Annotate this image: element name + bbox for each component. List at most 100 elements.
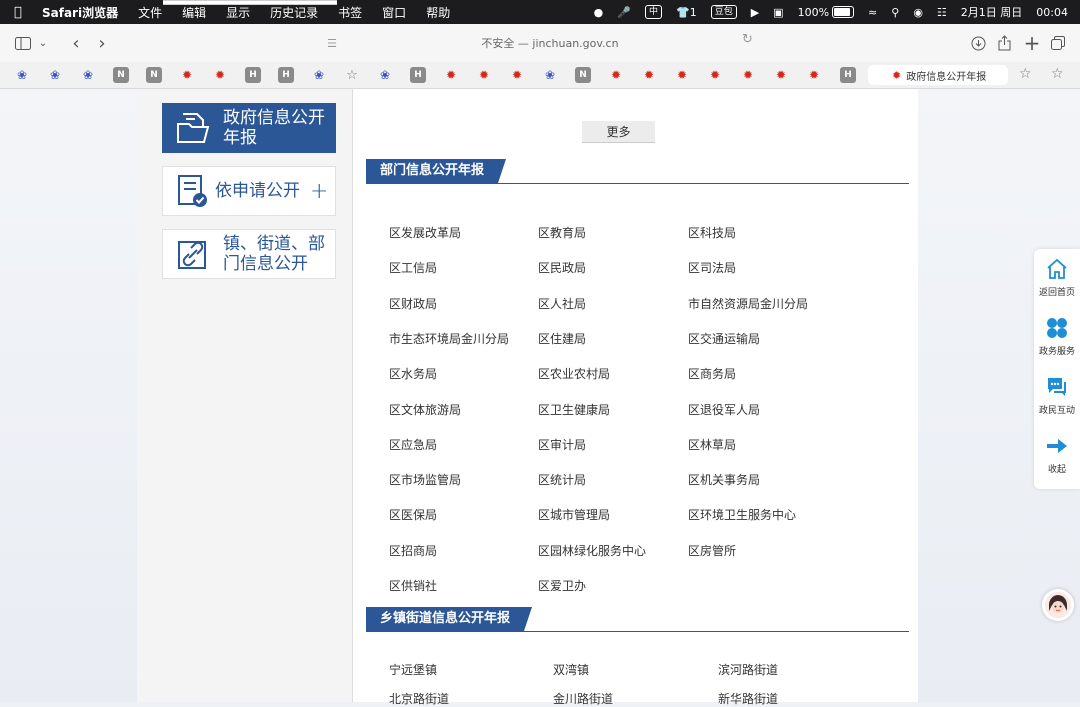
bookmark-h-icon[interactable]: H bbox=[840, 67, 856, 83]
bookmark-h-icon[interactable]: H bbox=[410, 67, 426, 83]
baidu-paw-icon[interactable]: ❀ bbox=[47, 67, 63, 83]
department-link[interactable]: 区林草局 bbox=[688, 436, 736, 453]
gov-emblem-icon[interactable]: ✹ bbox=[212, 67, 228, 83]
float-service-button[interactable]: 政务服务 bbox=[1034, 316, 1080, 357]
department-link[interactable]: 区机关事务局 bbox=[688, 471, 760, 488]
wifi-icon[interactable]: ≈ bbox=[868, 6, 877, 19]
department-link[interactable]: 区民政局 bbox=[538, 259, 586, 276]
department-link[interactable]: 区供销社 bbox=[389, 577, 437, 594]
siri-icon[interactable]: ◉ bbox=[913, 6, 923, 19]
float-interaction-button[interactable]: 政民互动 bbox=[1034, 375, 1080, 416]
bean-app-indicator[interactable]: 豆包 bbox=[710, 5, 737, 19]
gov-emblem-icon[interactable]: ✹ bbox=[641, 67, 657, 83]
more-button[interactable]: 更多 bbox=[582, 121, 655, 143]
page-menu-icon[interactable]: ☰ bbox=[324, 24, 340, 62]
control-center-icon[interactable]: ☷ bbox=[937, 6, 947, 19]
department-link[interactable]: 区人社局 bbox=[538, 295, 586, 312]
gov-emblem-icon[interactable]: ✹ bbox=[443, 67, 459, 83]
gov-emblem-icon[interactable]: ✹ bbox=[773, 67, 789, 83]
town-link[interactable]: 金川路街道 bbox=[553, 690, 613, 707]
menu-help[interactable]: 帮助 bbox=[426, 4, 450, 21]
menu-edit[interactable]: 编辑 bbox=[182, 4, 206, 21]
bookmark-h-icon[interactable]: H bbox=[245, 67, 261, 83]
gov-emblem-icon[interactable]: ✹ bbox=[179, 67, 195, 83]
department-link[interactable]: 区审计局 bbox=[538, 436, 586, 453]
float-collapse-button[interactable]: 收起 bbox=[1034, 434, 1080, 475]
address-bar[interactable]: 不安全 — jinchuan.gov.cn bbox=[340, 32, 760, 54]
baidu-paw-icon[interactable]: ❀ bbox=[14, 67, 30, 83]
forward-icon[interactable]: › bbox=[92, 24, 112, 62]
active-tab[interactable]: ✹ 政府信息公开年报 bbox=[868, 65, 1008, 85]
tab-overview-icon[interactable] bbox=[1048, 24, 1068, 62]
department-link[interactable]: 区环境卫生服务中心 bbox=[688, 506, 796, 523]
department-link[interactable]: 区园林绿化服务中心 bbox=[538, 542, 646, 559]
department-link[interactable]: 区统计局 bbox=[538, 471, 586, 488]
input-method-indicator[interactable]: 中 bbox=[644, 5, 662, 19]
town-link[interactable]: 新华路街道 bbox=[718, 690, 778, 707]
department-link[interactable]: 市自然资源局金川分局 bbox=[688, 295, 808, 312]
department-link[interactable]: 区市场监管局 bbox=[389, 471, 461, 488]
department-link[interactable]: 区爱卫办 bbox=[538, 577, 586, 594]
department-link[interactable]: 区科技局 bbox=[688, 224, 736, 241]
menubar-date[interactable]: 2月1日 周日 bbox=[961, 4, 1023, 20]
department-link[interactable]: 区工信局 bbox=[389, 259, 437, 276]
gov-emblem-icon[interactable]: ✹ bbox=[674, 67, 690, 83]
sidebar-toggle-icon[interactable] bbox=[12, 24, 34, 62]
play-icon[interactable]: ▶ bbox=[751, 6, 759, 19]
department-link[interactable]: 区商务局 bbox=[688, 365, 736, 382]
town-link[interactable]: 宁远堡镇 bbox=[389, 661, 437, 678]
nav-town-department-disclosure[interactable]: 镇、街道、部 门信息公开 bbox=[162, 229, 336, 279]
download-icon[interactable] bbox=[968, 24, 988, 62]
bookmark-h-icon[interactable]: H bbox=[278, 67, 294, 83]
town-link[interactable]: 滨河路街道 bbox=[718, 661, 778, 678]
department-link[interactable]: 区应急局 bbox=[389, 436, 437, 453]
department-link[interactable]: 区水务局 bbox=[389, 365, 437, 382]
town-link[interactable]: 双湾镇 bbox=[553, 661, 589, 678]
department-link[interactable]: 区医保局 bbox=[389, 506, 437, 523]
battery-status[interactable]: 100% bbox=[798, 6, 855, 19]
department-link[interactable]: 区房管所 bbox=[688, 542, 736, 559]
bookmark-n-icon[interactable]: N bbox=[146, 67, 162, 83]
record-icon[interactable]: ● bbox=[594, 6, 604, 19]
gov-emblem-icon[interactable]: ✹ bbox=[476, 67, 492, 83]
department-link[interactable]: 区城市管理局 bbox=[538, 506, 610, 523]
gov-emblem-icon[interactable]: ✹ bbox=[740, 67, 756, 83]
star-icon[interactable]: ☆ bbox=[344, 67, 360, 83]
department-link[interactable]: 区交通运输局 bbox=[688, 330, 760, 347]
baidu-paw-icon[interactable]: ❀ bbox=[377, 67, 393, 83]
s-app-icon[interactable]: ▣ bbox=[773, 6, 783, 19]
new-tab-icon[interactable]: + bbox=[1022, 24, 1042, 62]
bookmark-n-icon[interactable]: N bbox=[575, 67, 591, 83]
star-icon[interactable]: ☆ bbox=[1019, 66, 1032, 82]
department-link[interactable]: 区农业农村局 bbox=[538, 365, 610, 382]
float-home-button[interactable]: 返回首页 bbox=[1034, 257, 1080, 298]
department-link[interactable]: 区财政局 bbox=[389, 295, 437, 312]
gov-emblem-icon[interactable]: ✹ bbox=[608, 67, 624, 83]
menu-window[interactable]: 窗口 bbox=[382, 4, 406, 21]
microphone-icon[interactable]: 🎤 bbox=[617, 6, 631, 19]
menu-history[interactable]: 历史记录 bbox=[270, 4, 318, 21]
star-icon[interactable]: ☆ bbox=[1051, 66, 1064, 82]
nav-annual-report[interactable]: 政府信息公开 年报 bbox=[162, 103, 336, 153]
back-icon[interactable]: ‹ bbox=[66, 24, 86, 62]
apple-icon[interactable]:  bbox=[14, 5, 28, 20]
gov-emblem-icon[interactable]: ✹ bbox=[806, 67, 822, 83]
menu-app-name[interactable]: Safari浏览器 bbox=[42, 4, 118, 21]
baidu-paw-icon[interactable]: ❀ bbox=[542, 67, 558, 83]
town-link[interactable]: 北京路街道 bbox=[389, 690, 449, 707]
assistant-avatar-button[interactable] bbox=[1042, 589, 1074, 621]
menu-view[interactable]: 显示 bbox=[226, 4, 250, 21]
shirt-status[interactable]: 👕1 bbox=[676, 6, 697, 19]
share-icon[interactable] bbox=[994, 24, 1014, 62]
department-link[interactable]: 区文体旅游局 bbox=[389, 401, 461, 418]
menu-bookmarks[interactable]: 书签 bbox=[338, 4, 362, 21]
chevron-down-icon[interactable]: ⌄ bbox=[36, 24, 50, 62]
department-link[interactable]: 区住建局 bbox=[538, 330, 586, 347]
department-link[interactable]: 区发展改革局 bbox=[389, 224, 461, 241]
department-link[interactable]: 区招商局 bbox=[389, 542, 437, 559]
baidu-paw-icon[interactable]: ❀ bbox=[311, 67, 327, 83]
department-link[interactable]: 区教育局 bbox=[538, 224, 586, 241]
nav-apply-disclosure[interactable]: 依申请公开 + bbox=[162, 166, 336, 216]
gov-emblem-icon[interactable]: ✹ bbox=[707, 67, 723, 83]
baidu-paw-icon[interactable]: ❀ bbox=[80, 67, 96, 83]
